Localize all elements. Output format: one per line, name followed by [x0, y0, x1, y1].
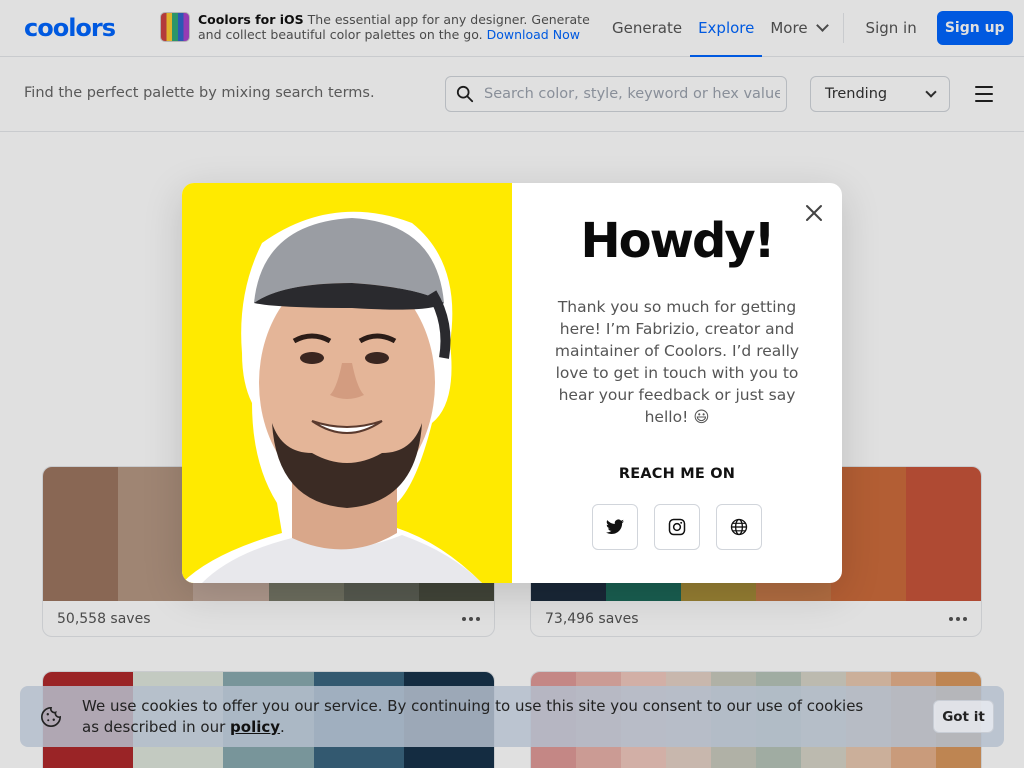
modal-heading: Howdy!: [580, 213, 775, 269]
cookie-policy-link[interactable]: policy: [230, 718, 280, 736]
twitter-icon[interactable]: [592, 504, 638, 550]
social-links: [592, 504, 762, 550]
cookie-end: .: [280, 718, 285, 736]
modal-content: Howdy! Thank you so much for getting her…: [512, 183, 842, 583]
got-it-button[interactable]: Got it: [933, 700, 994, 733]
reach-me-label: REACH ME ON: [618, 466, 736, 482]
cookie-icon: [40, 706, 62, 732]
website-globe-icon[interactable]: [716, 504, 762, 550]
howdy-modal: Howdy! Thank you so much for getting her…: [182, 183, 842, 583]
modal-message: Thank you so much for getting here! I’m …: [554, 298, 800, 426]
instagram-icon[interactable]: [654, 504, 700, 550]
cookie-banner: We use cookies to offer you our service.…: [20, 686, 1004, 747]
cookie-text: We use cookies to offer you our service.…: [82, 696, 882, 738]
creator-photo: [182, 183, 512, 583]
cookie-message: We use cookies to offer you our service.…: [82, 697, 864, 736]
